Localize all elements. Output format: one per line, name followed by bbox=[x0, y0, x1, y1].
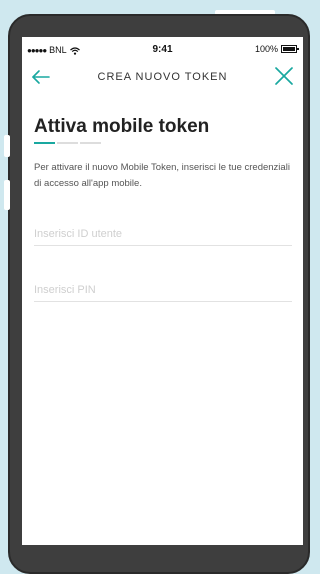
page-title: Attiva mobile token bbox=[34, 116, 210, 137]
app-screen: ●●●●● BNL 9:41 100% CREA NUOVO TOKEN Att… bbox=[22, 37, 303, 545]
pin-input[interactable] bbox=[34, 279, 292, 302]
nav-title: CREA NUOVO TOKEN bbox=[97, 71, 228, 83]
battery-icon bbox=[281, 45, 299, 53]
step-active bbox=[34, 142, 55, 144]
battery-fill bbox=[283, 47, 295, 51]
close-icon[interactable] bbox=[273, 65, 295, 87]
step-pending bbox=[80, 142, 101, 144]
status-bar: ●●●●● BNL 9:41 100% bbox=[22, 37, 303, 61]
navigation-bar: CREA NUOVO TOKEN bbox=[22, 61, 303, 93]
status-right: 100% bbox=[254, 44, 299, 54]
phone-side-button bbox=[4, 135, 10, 157]
instructions-text: Per attivare il nuovo Mobile Token, inse… bbox=[34, 162, 290, 189]
phone-side-button bbox=[4, 180, 10, 210]
battery-tip bbox=[297, 48, 299, 50]
battery-percent: 100% bbox=[254, 44, 278, 54]
user-id-input[interactable] bbox=[34, 223, 292, 246]
step-indicator bbox=[34, 142, 103, 144]
arrow-left-icon[interactable] bbox=[30, 66, 52, 88]
step-pending bbox=[57, 142, 78, 144]
